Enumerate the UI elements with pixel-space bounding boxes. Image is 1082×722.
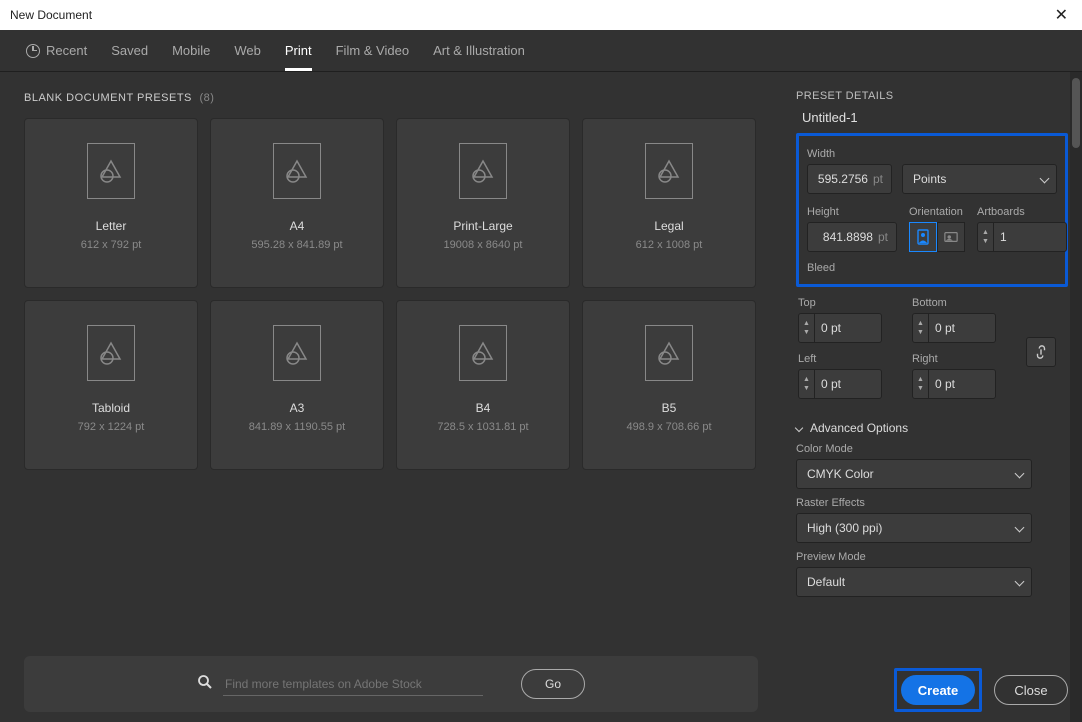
stepper-up-icon[interactable]: ▲: [982, 229, 989, 236]
presets-panel: BLANK DOCUMENT PRESETS (8) Letter 612 x 7…: [0, 72, 782, 722]
close-button[interactable]: Close: [994, 675, 1068, 705]
preset-tabloid[interactable]: Tabloid 792 x 1224 pt: [24, 300, 198, 470]
go-button[interactable]: Go: [521, 669, 585, 699]
preset-dimensions: 595.28 x 841.89 pt: [251, 239, 342, 251]
presets-header: BLANK DOCUMENT PRESETS (8): [24, 92, 758, 104]
tab-recent[interactable]: Recent: [26, 30, 87, 71]
search-input[interactable]: [223, 673, 483, 696]
create-button[interactable]: Create: [901, 675, 975, 705]
raster-effects-select[interactable]: High (300 ppi): [796, 513, 1032, 543]
preset-name: Tabloid: [92, 401, 130, 415]
preset-letter[interactable]: Letter 612 x 792 pt: [24, 118, 198, 288]
dimensions-highlight: Width 595.2756pt Points Height 841.8898p…: [796, 133, 1068, 287]
bleed-right-input[interactable]: ▲▼0 pt: [912, 369, 996, 399]
preset-dimensions: 841.89 x 1190.55 pt: [249, 421, 345, 433]
document-icon: [273, 143, 321, 199]
units-select[interactable]: Points: [902, 164, 1057, 194]
chevron-down-icon: [1015, 522, 1025, 532]
tabs: Recent Saved Mobile Web Print Film & Vid…: [0, 30, 1082, 72]
tab-film-video[interactable]: Film & Video: [336, 30, 409, 71]
preset-dimensions: 728.5 x 1031.81 pt: [437, 421, 528, 433]
document-icon: [459, 325, 507, 381]
tab-saved[interactable]: Saved: [111, 30, 148, 71]
details-header: PRESET DETAILS: [796, 90, 1082, 102]
chevron-down-icon: [795, 424, 803, 432]
scrollbar[interactable]: [1070, 72, 1082, 722]
tab-art-illustration[interactable]: Art & Illustration: [433, 30, 525, 71]
preset-name: A4: [290, 219, 305, 233]
link-bleed-button[interactable]: [1026, 337, 1056, 367]
tab-web[interactable]: Web: [234, 30, 261, 71]
preset-a3[interactable]: A3 841.89 x 1190.55 pt: [210, 300, 384, 470]
titlebar: New Document ✕: [0, 0, 1082, 30]
preset-name: A3: [290, 401, 305, 415]
orientation-landscape-button[interactable]: [937, 222, 965, 252]
color-mode-select[interactable]: CMYK Color: [796, 459, 1032, 489]
bleed-section: Top ▲▼0 pt Bottom ▲▼0 pt Left: [796, 293, 1066, 411]
preview-mode-select[interactable]: Default: [796, 567, 1032, 597]
document-icon: [87, 325, 135, 381]
preset-name: B5: [662, 401, 677, 415]
preset-print-large[interactable]: Print-Large 19008 x 8640 pt: [396, 118, 570, 288]
bleed-left-input[interactable]: ▲▼0 pt: [798, 369, 882, 399]
window-title: New Document: [10, 8, 92, 22]
document-icon: [645, 143, 693, 199]
document-icon: [273, 325, 321, 381]
tab-print[interactable]: Print: [285, 30, 312, 71]
stepper-down-icon[interactable]: ▼: [982, 238, 989, 245]
clock-icon: [26, 44, 40, 58]
width-input[interactable]: 595.2756pt: [807, 164, 892, 194]
chevron-down-icon: [1015, 468, 1025, 478]
preset-b4[interactable]: B4 728.5 x 1031.81 pt: [396, 300, 570, 470]
tab-label: Recent: [46, 43, 87, 58]
bleed-top-input[interactable]: ▲▼0 pt: [798, 313, 882, 343]
preset-name: Letter: [96, 219, 127, 233]
chevron-down-icon: [1040, 173, 1050, 183]
preset-name: Legal: [654, 219, 683, 233]
document-name-input[interactable]: Untitled-1: [796, 110, 1082, 125]
preset-dimensions: 19008 x 8640 pt: [444, 239, 523, 251]
preset-dimensions: 612 x 1008 pt: [636, 239, 703, 251]
preset-dimensions: 498.9 x 708.66 pt: [626, 421, 711, 433]
preset-a4[interactable]: A4 595.28 x 841.89 pt: [210, 118, 384, 288]
preset-legal[interactable]: Legal 612 x 1008 pt: [582, 118, 756, 288]
orientation-portrait-button[interactable]: [909, 222, 937, 252]
bleed-bottom-input[interactable]: ▲▼0 pt: [912, 313, 996, 343]
close-icon[interactable]: ✕: [1051, 5, 1072, 25]
preset-b5[interactable]: B5 498.9 x 708.66 pt: [582, 300, 756, 470]
advanced-options: Advanced Options Color Mode CMYK Color R…: [796, 421, 1066, 597]
height-input[interactable]: 841.8898pt: [807, 222, 897, 252]
search-bar: Go: [24, 656, 758, 712]
preset-name: Print-Large: [453, 219, 512, 233]
preset-details-panel: PRESET DETAILS Untitled-1 Width 595.2756…: [782, 72, 1082, 722]
create-highlight: Create: [894, 668, 982, 712]
document-icon: [645, 325, 693, 381]
search-icon: [197, 674, 213, 694]
document-icon: [87, 143, 135, 199]
chevron-down-icon: [1015, 576, 1025, 586]
preset-dimensions: 792 x 1224 pt: [78, 421, 145, 433]
preset-name: B4: [476, 401, 491, 415]
artboards-input[interactable]: ▲▼ 1: [977, 222, 1067, 252]
preset-dimensions: 612 x 792 pt: [81, 239, 142, 251]
advanced-options-toggle[interactable]: Advanced Options: [796, 421, 1066, 435]
tab-mobile[interactable]: Mobile: [172, 30, 210, 71]
document-icon: [459, 143, 507, 199]
